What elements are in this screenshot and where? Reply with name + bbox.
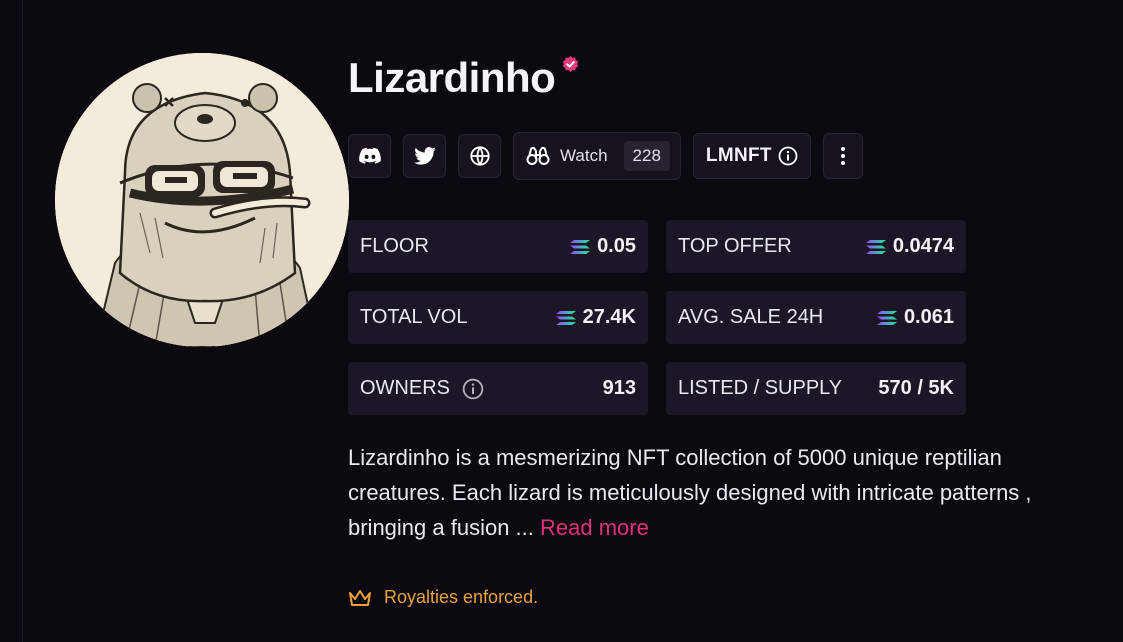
stat-top-offer-label: TOP OFFER (678, 235, 792, 257)
stat-total-vol: TOTAL VOL 27.4K (348, 291, 648, 344)
description-text: Lizardinho is a mesmerizing NFT collecti… (348, 445, 1032, 540)
stat-avg-sale-label: AVG. SALE 24H (678, 306, 824, 328)
verified-badge-icon (563, 55, 579, 73)
collection-header: Lizardinho (348, 52, 580, 104)
stat-avg-sale-value: 0.061 (903, 306, 954, 328)
twitter-icon (413, 147, 436, 165)
stat-listed-value: 570 / 5K (878, 377, 954, 399)
discord-icon (358, 147, 381, 164)
stat-floor-label: FLOOR (360, 235, 429, 257)
stat-top-offer: TOP OFFER 0.0474 (666, 220, 966, 273)
stat-owners-value: 913 (602, 377, 636, 399)
royalties-status: Royalties enforced. (348, 587, 538, 608)
info-icon (778, 146, 798, 166)
stat-total-vol-value-group: 27.4K (555, 306, 636, 329)
stat-total-vol-label: TOTAL VOL (360, 306, 468, 328)
stat-top-offer-value-group: 0.0474 (865, 235, 954, 258)
more-options-button[interactable] (822, 133, 863, 179)
discord-button[interactable] (348, 134, 391, 178)
stat-owners-label: OWNERS (360, 377, 450, 399)
collection-actions: Watch 228 LMNFT (348, 132, 863, 180)
stat-avg-sale: AVG. SALE 24H 0.061 (666, 291, 966, 344)
stat-listed-label: LISTED / SUPPLY (678, 377, 843, 399)
collection-stats: FLOOR 0.05 TOP OFFER 0.0474 TOTAL VOL 27… (348, 220, 966, 415)
collection-description: Lizardinho is a mesmerizing NFT collecti… (348, 440, 1038, 545)
solana-icon (570, 239, 591, 254)
binoculars-icon (526, 146, 550, 165)
launchpad-button[interactable]: LMNFT (692, 133, 811, 179)
twitter-button[interactable] (403, 134, 446, 178)
watch-label: Watch (560, 146, 608, 165)
watch-count-badge: 228 (623, 141, 670, 171)
watch-button[interactable]: Watch 228 (513, 132, 681, 180)
stat-listed-supply: LISTED / SUPPLY 570 / 5K (666, 362, 966, 415)
website-button[interactable] (458, 134, 501, 178)
royalties-text: Royalties enforced. (384, 587, 539, 607)
collection-avatar (55, 53, 349, 347)
read-more-link[interactable]: Read more (540, 515, 649, 540)
stat-avg-sale-value-group: 0.061 (876, 306, 954, 329)
launchpad-label: LMNFT (705, 145, 772, 166)
more-vertical-icon (840, 147, 845, 165)
globe-icon (469, 146, 490, 166)
solana-icon (555, 310, 576, 325)
stat-owners-label-group: OWNERS (360, 377, 484, 400)
solana-icon (876, 310, 897, 325)
stat-floor-value: 0.05 (597, 235, 636, 257)
owners-info-icon[interactable] (462, 378, 484, 400)
stat-total-vol-value: 27.4K (582, 306, 636, 328)
page-left-border (22, 0, 23, 642)
solana-icon (865, 239, 886, 254)
collection-title: Lizardinho (348, 54, 556, 101)
stat-floor-value-group: 0.05 (570, 235, 636, 258)
stat-top-offer-value: 0.0474 (892, 235, 954, 257)
lizard-avatar-illustration (55, 53, 349, 347)
stat-owners: OWNERS 913 (348, 362, 648, 415)
stat-floor: FLOOR 0.05 (348, 220, 648, 273)
crown-icon (349, 589, 371, 606)
